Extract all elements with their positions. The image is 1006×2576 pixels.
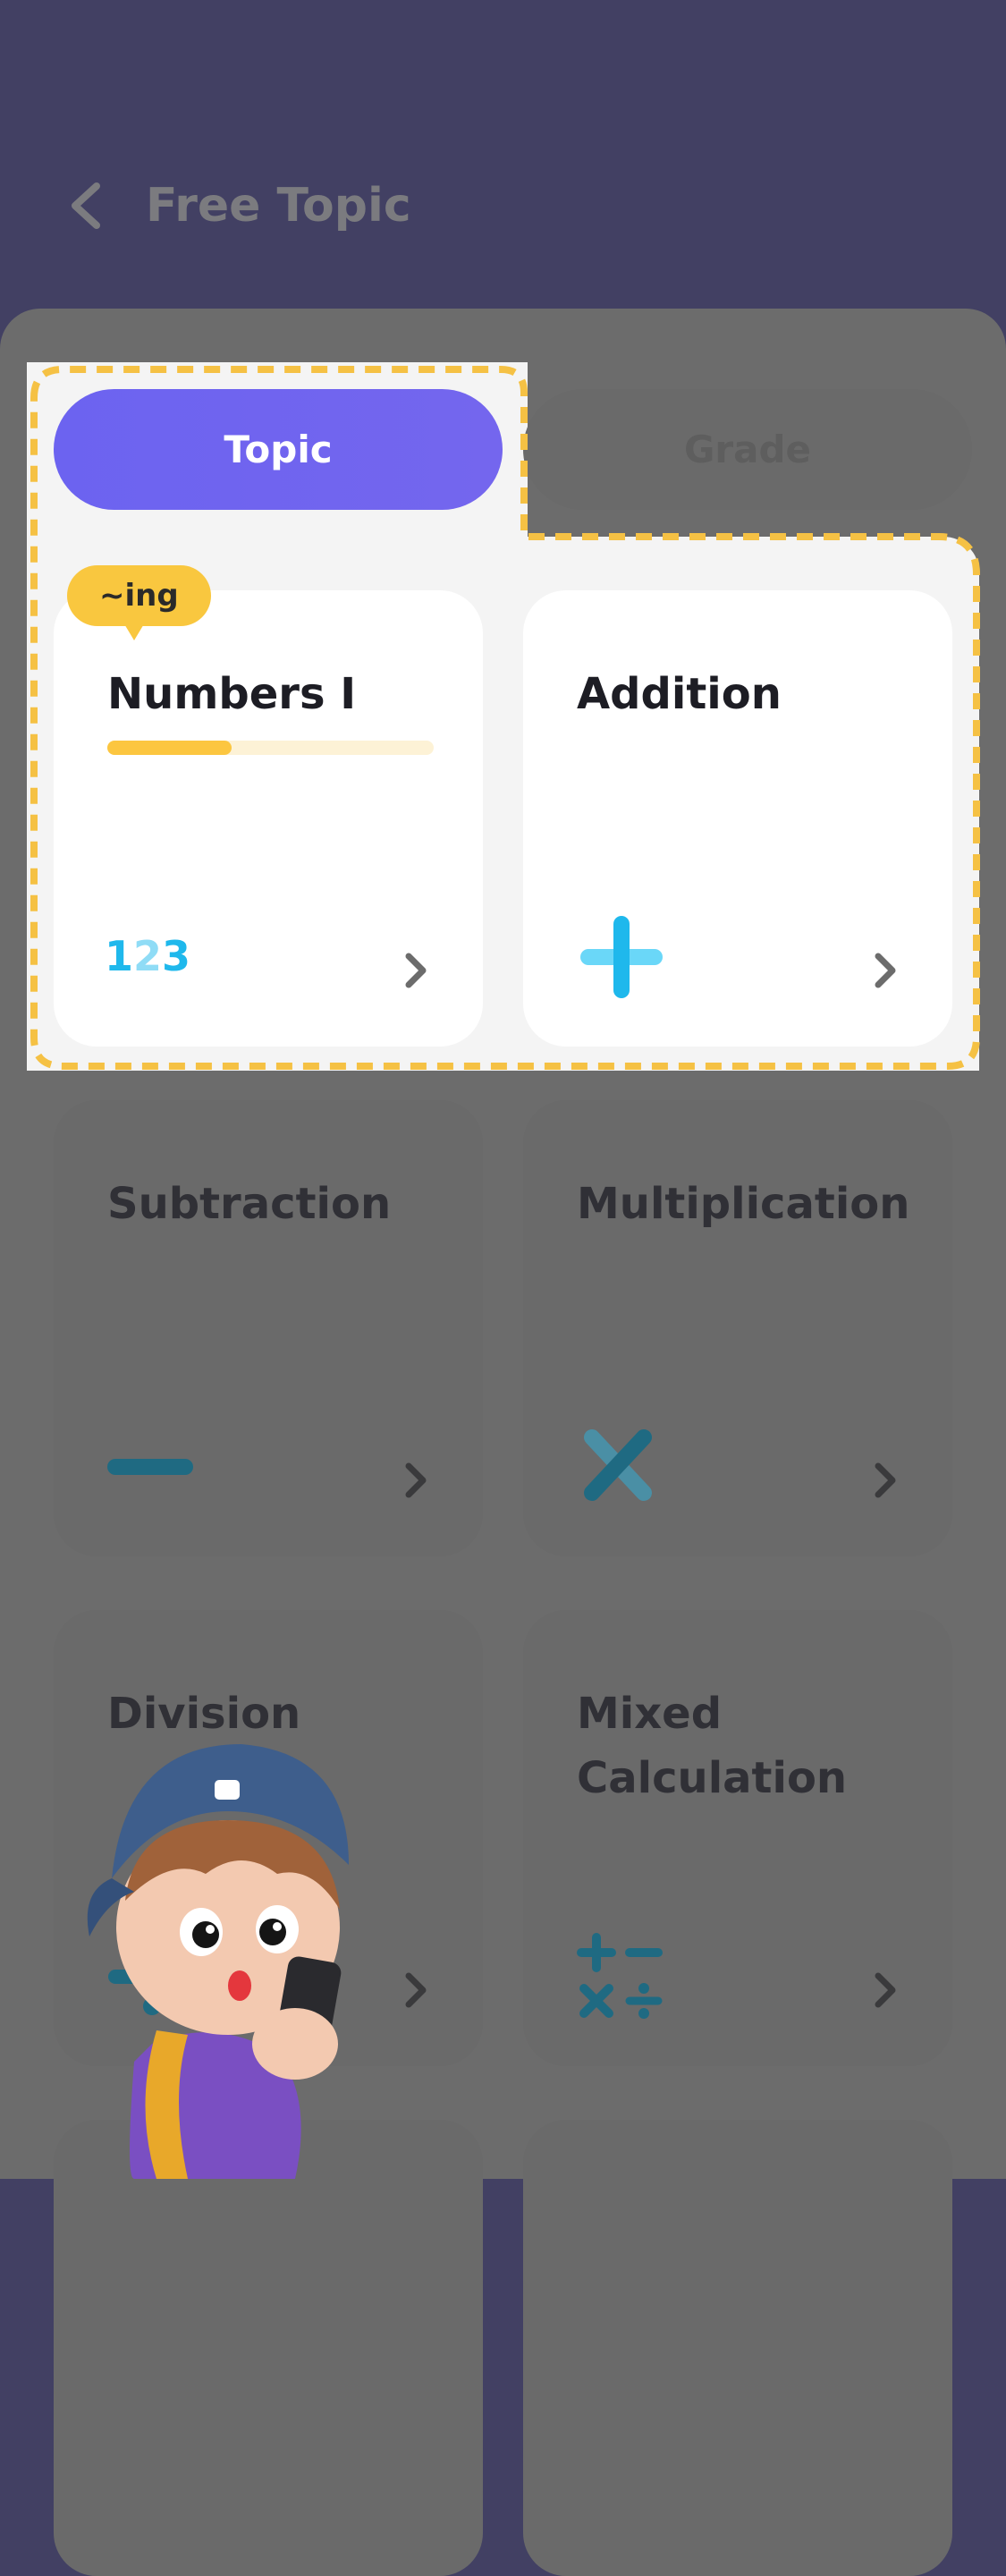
plus-icon: [580, 916, 663, 998]
topic-card-title: Addition: [577, 669, 782, 719]
minus-icon: [107, 1459, 193, 1475]
chevron-right-icon: [405, 1462, 427, 1498]
page-title: Free Topic: [146, 179, 411, 233]
digit-three: 3: [162, 932, 190, 980]
multiply-icon: [584, 1429, 652, 1501]
chevron-right-icon: [875, 1972, 896, 2008]
topic-card-title: Subtraction: [107, 1179, 392, 1229]
in-progress-badge: ~ing: [67, 565, 211, 626]
topic-card-partial[interactable]: [54, 2120, 483, 2576]
chevron-right-icon: [875, 953, 896, 988]
progress-fill: [107, 741, 232, 755]
digit-one: 1: [105, 932, 133, 980]
topic-card-numbers[interactable]: Numbers I 1 2 3: [54, 590, 483, 1046]
topic-card-subtraction[interactable]: Subtraction: [54, 1100, 483, 1556]
topic-card-mixed-calculation[interactable]: Mixed Calculation: [523, 1610, 952, 2066]
tab-grade[interactable]: Grade: [523, 389, 972, 510]
header-bar: Free Topic: [0, 0, 1006, 313]
topic-card-title: Numbers I: [107, 669, 357, 719]
progress-bar: [107, 741, 434, 755]
topic-card-multiplication[interactable]: Multiplication: [523, 1100, 952, 1556]
numbers-123-icon: 1 2 3: [105, 932, 190, 980]
digit-two: 2: [133, 932, 162, 980]
mixed-operations-icon: [577, 1933, 663, 2019]
topic-card-addition[interactable]: Addition: [523, 590, 952, 1046]
topic-card-title: Multiplication: [577, 1179, 910, 1229]
topic-card-partial[interactable]: [523, 2120, 952, 2576]
chevron-right-icon: [875, 1462, 896, 1498]
chevron-left-icon[interactable]: [63, 179, 107, 233]
topic-card-title: Mixed Calculation: [577, 1689, 848, 1803]
tab-topic[interactable]: Topic: [54, 389, 503, 510]
badge-pointer: [123, 623, 145, 640]
chevron-right-icon: [405, 953, 427, 988]
mascot-illustration: [87, 1744, 349, 2179]
